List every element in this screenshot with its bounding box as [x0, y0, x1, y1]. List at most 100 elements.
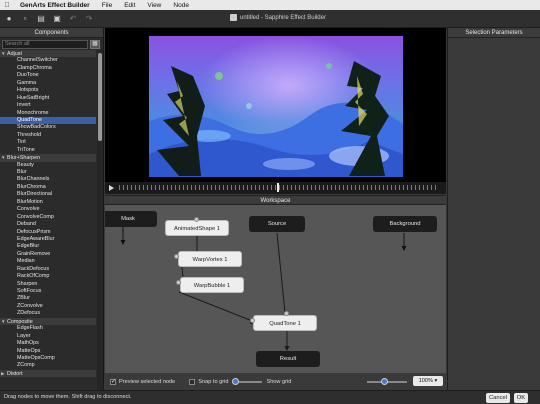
search-input[interactable]: Search all: [2, 39, 88, 49]
component-item[interactable]: BlurChannels: [0, 176, 96, 183]
node-background[interactable]: Background: [373, 216, 437, 232]
node-quadtone[interactable]: QuadTone 1: [253, 315, 317, 331]
zoom-slider-knob[interactable]: [381, 378, 388, 385]
component-item[interactable]: RackOfComp: [0, 273, 96, 280]
component-item[interactable]: EdgeFlash: [0, 325, 96, 332]
component-item[interactable]: Hotspots: [0, 87, 96, 94]
app-menu[interactable]: GenArts Effect Builder: [14, 2, 96, 9]
component-item[interactable]: Median: [0, 258, 96, 265]
node-input-port[interactable]: [194, 217, 199, 222]
new-document-icon[interactable]: ▫: [20, 14, 30, 24]
component-item[interactable]: ZComp: [0, 362, 96, 369]
undo-icon[interactable]: ↶: [68, 14, 78, 24]
ok-button[interactable]: OK: [514, 393, 528, 403]
component-item[interactable]: Deband: [0, 221, 96, 228]
preview-checkbox[interactable]: ✓: [110, 378, 116, 385]
status-hint: Drag nodes to move them. Shift drag to d…: [4, 394, 132, 400]
node-animated-shape[interactable]: AnimatedShape 1: [165, 220, 229, 236]
component-item[interactable]: EdgeAwareBlur: [0, 236, 96, 243]
component-item[interactable]: Threshold: [0, 132, 96, 139]
scroll-thumb[interactable]: [98, 53, 102, 141]
node-warp-bubble[interactable]: WarpBubble 1: [180, 277, 244, 293]
component-item[interactable]: ZConvolve: [0, 303, 96, 310]
snap-checkbox[interactable]: [189, 378, 196, 385]
category-header[interactable]: ▼ Adjust: [0, 50, 96, 58]
zoom-select[interactable]: 100% ▾: [413, 376, 443, 386]
menu-file[interactable]: File: [96, 2, 118, 9]
component-item[interactable]: Beauty: [0, 162, 96, 169]
window-controls-icon[interactable]: ●: [4, 14, 14, 24]
filter-icon[interactable]: ▦: [90, 39, 100, 49]
component-item[interactable]: RackDefocus: [0, 266, 96, 273]
component-item[interactable]: Convolve: [0, 206, 96, 213]
node-input-port[interactable]: [174, 254, 179, 259]
component-item[interactable]: BlurDirectional: [0, 191, 96, 198]
component-item[interactable]: GrainRemove: [0, 251, 96, 258]
component-item[interactable]: EdgeBlur: [0, 243, 96, 250]
node-source[interactable]: Source: [249, 216, 305, 232]
timeline[interactable]: [105, 182, 446, 194]
category-label: Blur+Sharpen: [7, 155, 41, 162]
zoom-slider[interactable]: [367, 378, 407, 385]
node-input-port[interactable]: [284, 311, 289, 316]
components-list: ▼ Adjust ChannelSwitcher ClampChroma DuoTone…: [0, 50, 96, 390]
components-scrollbar[interactable]: [97, 50, 103, 390]
components-panel: Components Search all ▦ ▼ Adjust ChannelSw…: [0, 28, 104, 390]
component-item[interactable]: TriTone: [0, 147, 96, 154]
menu-node[interactable]: Node: [167, 2, 195, 9]
workspace-header: Workspace: [105, 195, 446, 205]
component-item[interactable]: Sharpen: [0, 281, 96, 288]
node-result[interactable]: Result: [256, 351, 320, 367]
component-item[interactable]: ZDefocus: [0, 310, 96, 317]
show-grid-label: Show grid: [266, 378, 292, 385]
category-header[interactable]: ▶ Distort: [0, 369, 96, 378]
node-input-port[interactable]: [250, 318, 255, 323]
component-item[interactable]: SoftFocus: [0, 288, 96, 295]
redo-icon[interactable]: ↷: [84, 14, 94, 24]
component-item[interactable]: BlurChroma: [0, 184, 96, 191]
component-item[interactable]: MathOps: [0, 340, 96, 347]
category-label: Distort: [7, 370, 23, 377]
component-item[interactable]: Layer: [0, 333, 96, 340]
component-item[interactable]: HueSatBright: [0, 95, 96, 102]
component-item[interactable]: MatteOps: [0, 348, 96, 355]
component-item[interactable]: ChannelSwitcher: [0, 57, 96, 64]
grid-slider[interactable]: [232, 377, 263, 385]
cancel-button[interactable]: Cancel: [486, 393, 510, 403]
preview-image: [149, 36, 403, 177]
component-item[interactable]: Gamma: [0, 80, 96, 87]
component-item[interactable]: MatteOpsComp: [0, 355, 96, 362]
window-title: untitled - Sapphire Effect Builder: [230, 14, 326, 21]
window-title-text: untitled - Sapphire Effect Builder: [240, 14, 326, 21]
component-item[interactable]: QuadTone: [0, 116, 96, 125]
component-item[interactable]: ShowBadColors: [0, 124, 96, 131]
apple-icon[interactable]: : [0, 2, 14, 9]
component-item[interactable]: ZBlur: [0, 295, 96, 302]
workspace[interactable]: Mask AnimatedShape 1 Source Background W…: [105, 205, 446, 373]
component-item[interactable]: Invert: [0, 102, 96, 109]
menu-view[interactable]: View: [141, 2, 167, 9]
save-icon[interactable]: ▣: [52, 14, 62, 24]
component-item[interactable]: ClampChroma: [0, 65, 96, 72]
playhead[interactable]: [277, 183, 279, 192]
node-warp-vortex[interactable]: WarpVortex 1: [178, 251, 242, 267]
component-item[interactable]: Tint: [0, 139, 96, 146]
category-header[interactable]: ▼ Blur+Sharpen: [0, 154, 96, 162]
selection-parameters-panel: Selection Parameters: [447, 28, 540, 390]
component-item[interactable]: DefocusPrism: [0, 229, 96, 236]
search-row: Search all ▦: [0, 38, 103, 50]
open-icon[interactable]: ▤: [36, 14, 46, 24]
play-icon[interactable]: [109, 185, 114, 191]
component-item[interactable]: ConvolveComp: [0, 214, 96, 221]
component-item[interactable]: Monochrome: [0, 110, 96, 117]
component-item[interactable]: Blur: [0, 169, 96, 176]
snap-label: Snap to grid: [198, 378, 229, 385]
component-item[interactable]: DuoTone: [0, 72, 96, 79]
menu-edit[interactable]: Edit: [118, 2, 141, 9]
grid-slider-knob[interactable]: [232, 377, 240, 385]
preview-viewer: [105, 28, 446, 194]
component-item[interactable]: BlurMotion: [0, 199, 96, 206]
node-input-port[interactable]: [176, 280, 181, 285]
node-mask[interactable]: Mask: [105, 211, 157, 227]
category-header[interactable]: ▼ Composite: [0, 317, 96, 326]
